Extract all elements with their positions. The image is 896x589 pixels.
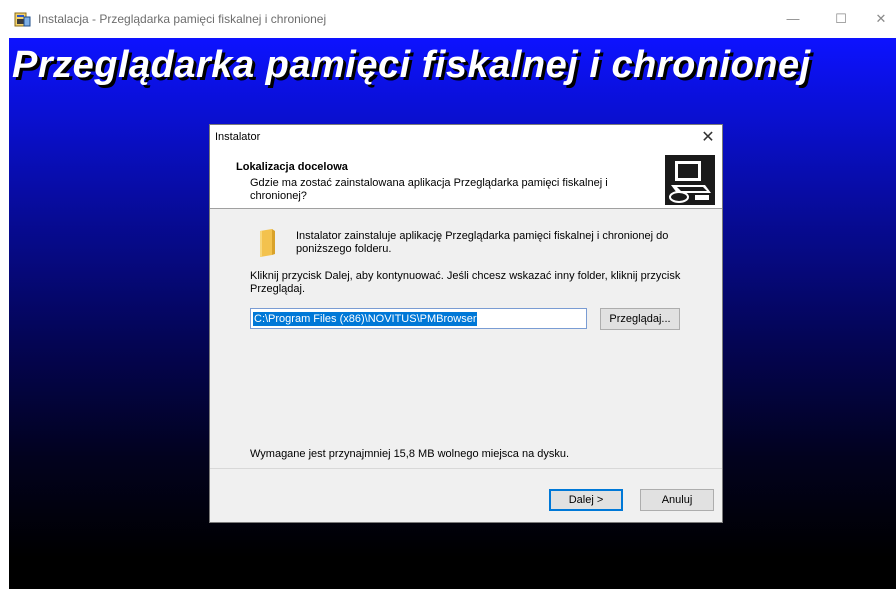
destination-path-input[interactable]: C:\Program Files (x86)\NOVITUS\PMBrowser bbox=[250, 308, 587, 329]
outer-titlebar: Instalacja - Przeglądarka pamięci fiskal… bbox=[0, 0, 896, 38]
folder-icon bbox=[260, 229, 275, 257]
intro-text: Instalator zainstaluje aplikację Przeglą… bbox=[296, 230, 669, 255]
computer-install-icon bbox=[665, 155, 715, 205]
window-close-button[interactable]: ✕ bbox=[866, 8, 896, 30]
browse-button[interactable]: Przeglądaj... bbox=[600, 308, 680, 330]
destination-path-value: C:\Program Files (x86)\NOVITUS\PMBrowser bbox=[253, 312, 478, 326]
header-title: Lokalizacja docelowa bbox=[236, 161, 348, 173]
footer-divider bbox=[210, 468, 722, 469]
window-edge bbox=[0, 38, 9, 589]
header-subtitle: Gdzie ma zostać zainstalowana aplikacja … bbox=[250, 177, 608, 202]
installer-dialog: Instalator ✕ Lokalizacja docelowa Gdzie … bbox=[209, 124, 723, 523]
dialog-titlebar: Instalator ✕ bbox=[210, 125, 722, 151]
next-button[interactable]: Dalej > bbox=[549, 489, 623, 511]
installer-icon bbox=[14, 12, 31, 27]
dialog-header: Lokalizacja docelowa Gdzie ma zostać zai… bbox=[210, 151, 722, 209]
maximize-button[interactable]: ☐ bbox=[826, 8, 856, 30]
window-title: Instalacja - Przeglądarka pamięci fiskal… bbox=[38, 12, 327, 26]
cancel-button[interactable]: Anuluj bbox=[640, 489, 714, 511]
instruction-text: Kliknij przycisk Dalej, aby kontynuować.… bbox=[250, 270, 681, 295]
dialog-close-button[interactable]: ✕ bbox=[696, 127, 720, 149]
minimize-button[interactable]: — bbox=[778, 8, 808, 30]
space-required-text: Wymagane jest przynajmniej 15,8 MB wolne… bbox=[250, 448, 570, 460]
backdrop-title: Przeglądarka pamięci fiskalnej i chronio… bbox=[12, 44, 811, 86]
dialog-title: Instalator bbox=[215, 131, 261, 143]
